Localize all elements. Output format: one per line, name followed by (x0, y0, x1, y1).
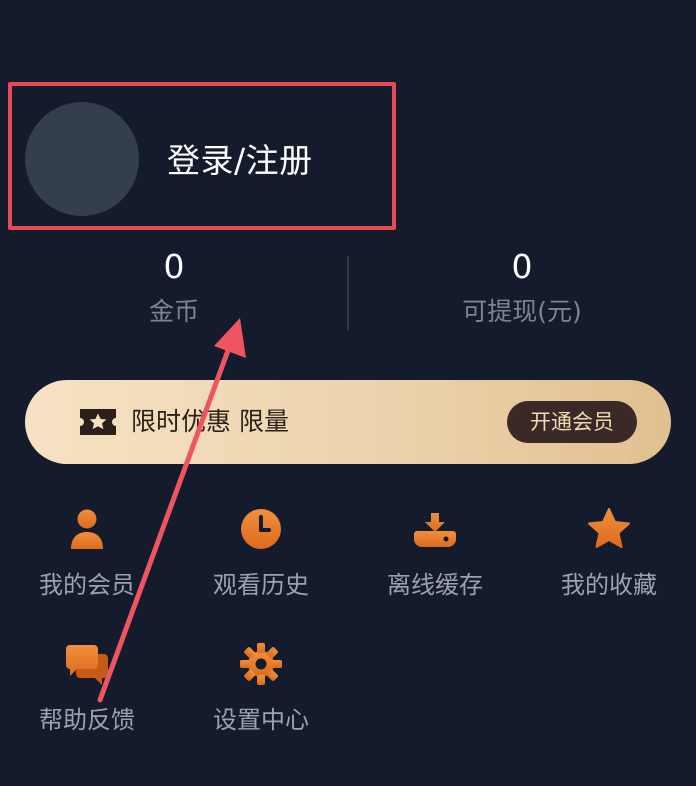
grid-label-help-feedback: 帮助反馈 (39, 706, 135, 734)
stat-coins[interactable]: 0 金币 (74, 248, 274, 328)
grid-label-settings: 设置中心 (213, 706, 309, 734)
coins-value: 0 (163, 247, 185, 286)
vip-promo-text: 限时优惠 限量 (131, 407, 289, 436)
login-register-link[interactable]: 登录/注册 (167, 138, 313, 184)
grid-item-help-feedback[interactable]: 帮助反馈 (7, 640, 167, 736)
stat-divider (347, 256, 349, 330)
grid-label-my-vip: 我的会员 (39, 571, 135, 599)
grid-item-settings[interactable]: 设置中心 (181, 640, 341, 736)
grid-label-history: 观看历史 (213, 571, 309, 599)
withdrawable-label: 可提现(元) (462, 297, 582, 326)
chat-icon (66, 645, 108, 685)
open-vip-button[interactable]: 开通会员 (507, 401, 637, 443)
gear-icon (240, 643, 282, 685)
grid-item-history[interactable]: 观看历史 (181, 505, 341, 601)
vip-promo-banner[interactable]: 限时优惠 限量 开通会员 (25, 380, 671, 464)
grid-item-offline-cache[interactable]: 离线缓存 (355, 505, 515, 601)
avatar[interactable] (25, 102, 139, 216)
grid-item-favorites[interactable]: 我的收藏 (529, 505, 689, 601)
stat-withdrawable[interactable]: 0 可提现(元) (422, 248, 622, 328)
user-icon (71, 509, 103, 549)
grid-item-my-vip[interactable]: 我的会员 (7, 505, 167, 601)
download-icon (414, 513, 456, 547)
withdrawable-value: 0 (511, 247, 533, 286)
ticket-star-icon (80, 409, 116, 435)
coins-label: 金币 (148, 297, 199, 326)
star-icon (588, 508, 630, 548)
grid-label-favorites: 我的收藏 (561, 571, 657, 599)
clock-icon (241, 509, 281, 549)
grid-label-offline-cache: 离线缓存 (387, 571, 483, 599)
